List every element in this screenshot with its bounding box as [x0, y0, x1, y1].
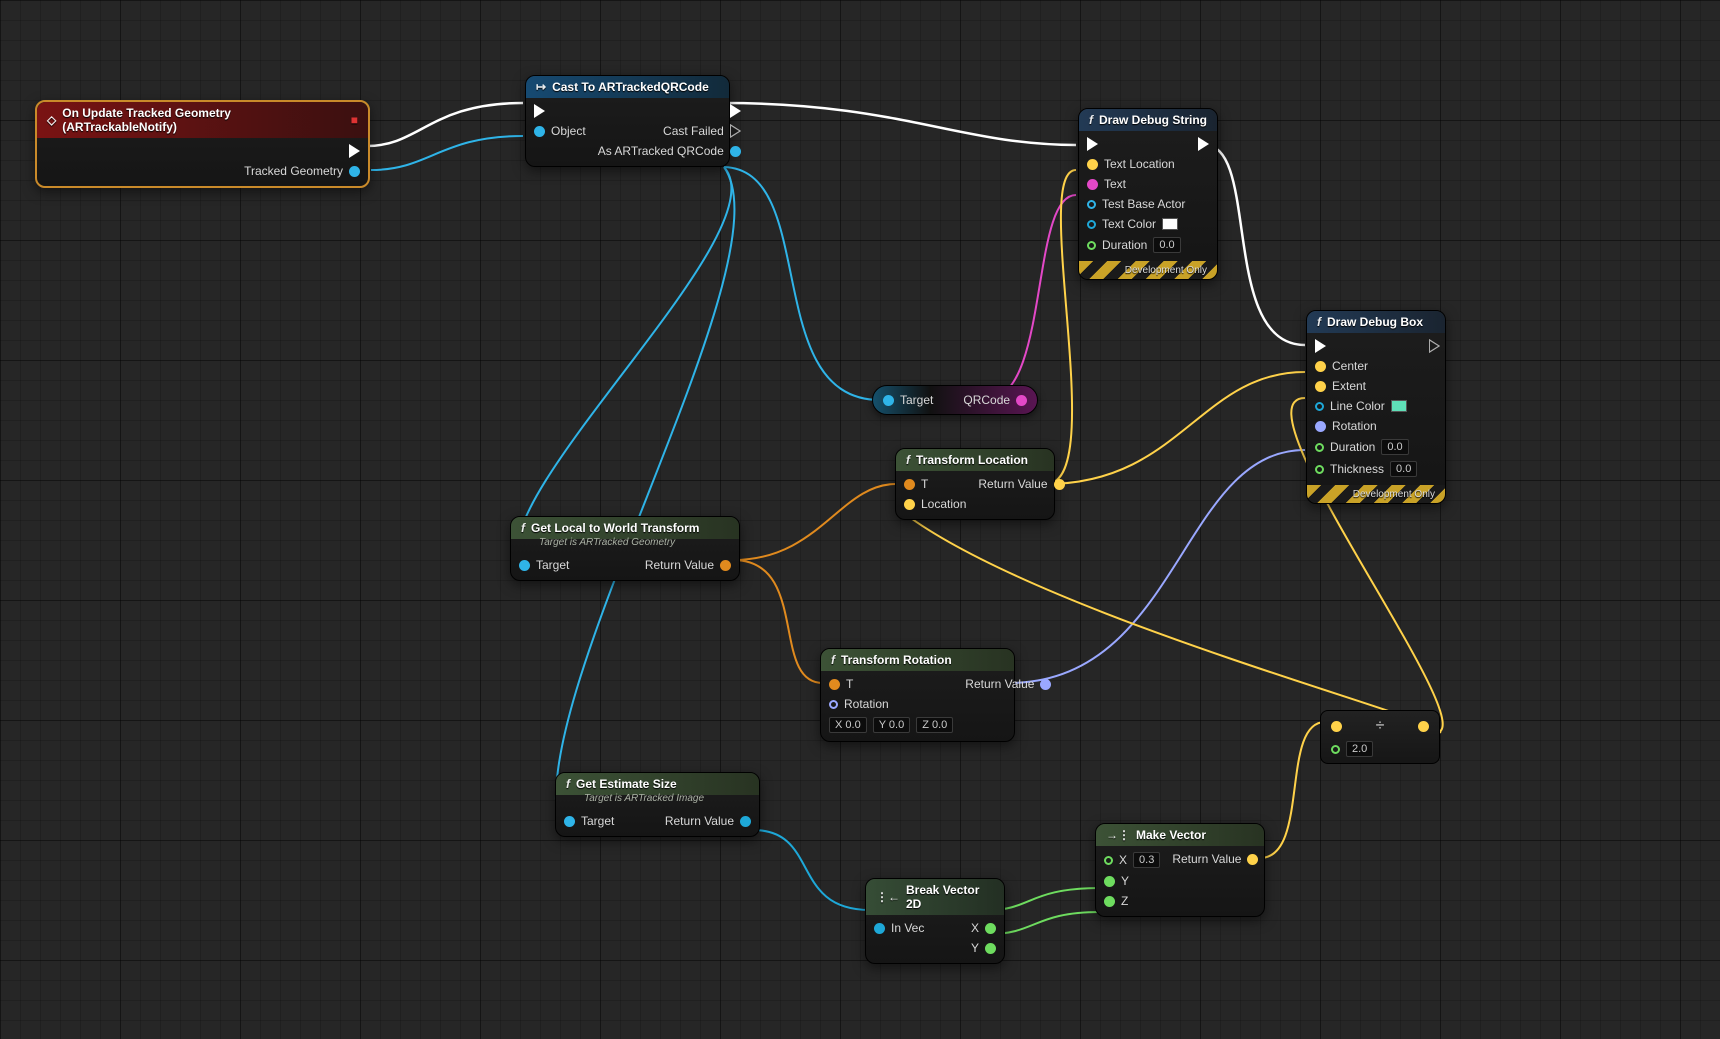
dev-only-footer: Development Only [1079, 261, 1217, 279]
input-extent[interactable]: Extent [1315, 379, 1417, 393]
node-title: Draw Debug Box [1327, 315, 1423, 329]
node-divide[interactable]: ÷ 2.0 [1320, 710, 1440, 764]
node-title: Cast To ARTrackedQRCode [552, 80, 709, 94]
color-swatch[interactable] [1391, 400, 1407, 412]
node-on-update-tracked-geometry[interactable]: ◇ On Update Tracked Geometry (ARTrackabl… [35, 100, 370, 188]
input-rotation-fields[interactable]: X 0.0 Y 0.0 Z 0.0 [829, 717, 953, 733]
output-return-value[interactable]: Return Value [978, 477, 1064, 491]
input-center[interactable]: Center [1315, 359, 1417, 373]
node-header: f Get Estimate Size [556, 773, 759, 795]
node-title: On Update Tracked Geometry (ARTrackableN… [62, 106, 345, 134]
color-swatch[interactable] [1162, 218, 1178, 230]
node-header: f Draw Debug String [1079, 109, 1217, 131]
output-x[interactable]: X [971, 921, 996, 935]
dev-only-footer: Development Only [1307, 485, 1445, 503]
node-title: Get Local to World Transform [531, 521, 699, 535]
function-icon: f [521, 521, 525, 535]
cast-icon: ↦ [536, 80, 546, 94]
input-t[interactable]: T [829, 677, 953, 691]
input-target[interactable]: Target [519, 558, 569, 572]
output-tracked-geometry[interactable]: Tracked Geometry [244, 164, 360, 178]
input-b[interactable]: 2.0 [1331, 741, 1429, 757]
function-icon: f [566, 777, 570, 791]
node-header: ⋮← Break Vector 2D [866, 879, 1004, 915]
exec-out-pin[interactable] [1198, 137, 1209, 151]
make-icon: →⋮ [1106, 828, 1130, 842]
input-target[interactable]: Target [883, 393, 933, 407]
exec-in-pin[interactable] [534, 104, 586, 118]
input-t[interactable]: T [904, 477, 966, 491]
output-return-value[interactable]: Return Value [645, 558, 731, 572]
node-transform-rotation[interactable]: f Transform Rotation T Rotation X 0.0 Y … [820, 648, 1015, 742]
node-title: Draw Debug String [1099, 113, 1207, 127]
node-title: Transform Location [916, 453, 1028, 467]
node-title: Get Estimate Size [576, 777, 677, 791]
function-icon: f [1317, 315, 1321, 329]
output-result[interactable] [1418, 721, 1429, 732]
node-cast-artrackedqrcode[interactable]: ↦ Cast To ARTrackedQRCode Object Cast Fa… [525, 75, 730, 167]
input-test-base-actor[interactable]: Test Base Actor [1087, 197, 1185, 211]
input-duration[interactable]: Duration0.0 [1315, 439, 1417, 455]
output-return-value[interactable]: Return Value [665, 814, 751, 828]
input-line-color[interactable]: Line Color [1315, 399, 1417, 413]
delegate-pin-icon: ■ [351, 113, 358, 127]
node-get-qrcode[interactable]: Target QRCode [872, 385, 1038, 415]
output-return-value[interactable]: Return Value [965, 677, 1051, 691]
input-rotation[interactable]: Rotation [829, 697, 953, 711]
node-subtitle: Target is ARTracked Geometry [511, 537, 739, 552]
node-header: ↦ Cast To ARTrackedQRCode [526, 76, 729, 98]
node-header: ◇ On Update Tracked Geometry (ARTrackabl… [37, 102, 368, 138]
node-header: f Draw Debug Box [1307, 311, 1445, 333]
node-get-estimate-size[interactable]: f Get Estimate Size Target is ARTracked … [555, 772, 760, 837]
exec-out-pin[interactable] [730, 104, 741, 118]
input-text-location[interactable]: Text Location [1087, 157, 1185, 171]
node-title: Transform Rotation [841, 653, 952, 667]
exec-out-pin[interactable] [349, 144, 360, 158]
node-header: f Get Local to World Transform [511, 517, 739, 539]
node-make-vector[interactable]: →⋮ Make Vector X0.3 Y Z Return Value [1095, 823, 1265, 917]
function-icon: f [1089, 113, 1093, 127]
node-title: Make Vector [1136, 828, 1206, 842]
node-get-local-to-world-transform[interactable]: f Get Local to World Transform Target is… [510, 516, 740, 581]
exec-out-pin[interactable] [1429, 339, 1440, 353]
input-target[interactable]: Target [564, 814, 614, 828]
node-header: f Transform Rotation [821, 649, 1014, 671]
node-subtitle: Target is ARTracked Image [556, 793, 759, 808]
node-header: f Transform Location [896, 449, 1054, 471]
input-object[interactable]: Object [534, 124, 586, 138]
break-icon: ⋮← [876, 890, 900, 904]
output-qrcode[interactable]: QRCode [963, 393, 1027, 407]
input-rotation[interactable]: Rotation [1315, 419, 1417, 433]
input-y[interactable]: Y [1104, 874, 1160, 888]
input-z[interactable]: Z [1104, 894, 1160, 908]
output-as-qrcode[interactable]: As ARTracked QRCode [598, 144, 741, 158]
output-y[interactable]: Y [971, 941, 996, 955]
node-header: →⋮ Make Vector [1096, 824, 1264, 846]
node-draw-debug-string[interactable]: f Draw Debug String Text Location Text T… [1078, 108, 1218, 280]
divide-operator-icon: ÷ [1376, 717, 1385, 735]
input-location[interactable]: Location [904, 497, 966, 511]
input-in-vec[interactable]: In Vec [874, 921, 924, 935]
output-return-value[interactable]: Return Value [1172, 852, 1258, 866]
exec-in-pin[interactable] [1315, 339, 1417, 353]
node-break-vector-2d[interactable]: ⋮← Break Vector 2D In Vec X Y [865, 878, 1005, 964]
event-icon: ◇ [47, 113, 56, 127]
function-icon: f [906, 453, 910, 467]
input-x[interactable]: X0.3 [1104, 852, 1160, 868]
input-duration[interactable]: Duration0.0 [1087, 237, 1185, 253]
input-text-color[interactable]: Text Color [1087, 217, 1185, 231]
node-title: Break Vector 2D [906, 883, 994, 911]
input-a[interactable] [1331, 721, 1342, 732]
node-draw-debug-box[interactable]: f Draw Debug Box Center Extent Line Colo… [1306, 310, 1446, 504]
node-transform-location[interactable]: f Transform Location T Location Return V… [895, 448, 1055, 520]
input-thickness[interactable]: Thickness0.0 [1315, 461, 1417, 477]
exec-in-pin[interactable] [1087, 137, 1185, 151]
function-icon: f [831, 653, 835, 667]
exec-out-failed[interactable]: Cast Failed [663, 124, 741, 138]
input-text[interactable]: Text [1087, 177, 1185, 191]
